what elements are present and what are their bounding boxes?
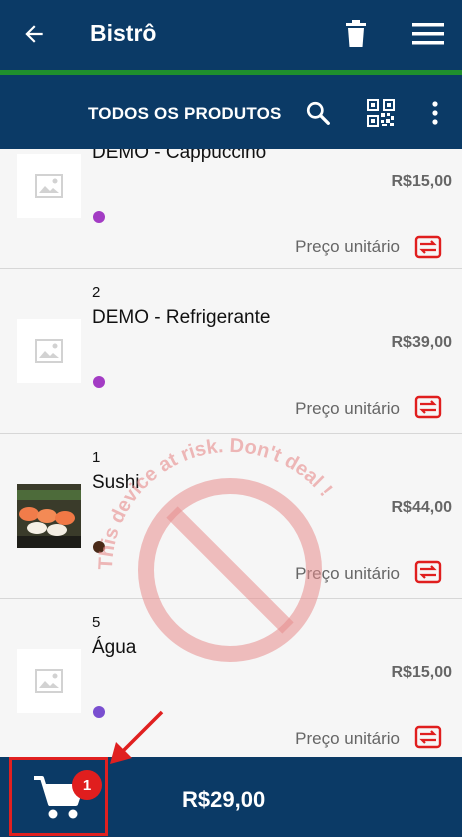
item-quantity: 2 [92, 284, 101, 301]
page-title: Bistrô [90, 20, 157, 46]
cart-item-list[interactable]: DEMO - Cappuccino R$15,00 Preço unitário… [0, 149, 462, 757]
item-name: Sushi [92, 472, 140, 493]
unit-toggle-icon[interactable] [414, 235, 442, 259]
hamburger-menu-icon[interactable] [406, 14, 450, 54]
checkout-bar: 1 R$29,00 [0, 757, 462, 837]
category-toolbar: TODOS OS PRODUTOS [0, 75, 462, 149]
more-vertical-icon[interactable] [422, 95, 448, 131]
item-price: R$15,00 [391, 173, 453, 190]
item-color-dot [93, 211, 105, 223]
category-filter-label[interactable]: TODOS OS PRODUTOS [88, 104, 282, 124]
trash-icon[interactable] [336, 14, 376, 54]
item-color-dot [93, 541, 105, 553]
item-name: DEMO - Cappuccino [92, 149, 267, 163]
list-item[interactable]: 5 Água R$15,00 Preço unitário [0, 599, 462, 757]
unit-price-label: Preço unitário [295, 729, 400, 748]
item-quantity: 5 [92, 614, 101, 631]
cart-count-badge: 1 [72, 770, 102, 800]
unit-toggle-icon[interactable] [414, 725, 442, 749]
list-item[interactable]: 1 Sushi R$44,00 Preço unitário [0, 434, 462, 599]
image-placeholder-icon [17, 649, 81, 713]
item-name: DEMO - Refrigerante [92, 307, 271, 328]
unit-price-label: Preço unitário [295, 564, 400, 583]
item-price: R$39,00 [391, 334, 453, 351]
sushi-photo [17, 484, 81, 548]
list-item[interactable]: 2 DEMO - Refrigerante R$39,00 Preço unit… [0, 269, 462, 434]
app-bar: Bistrô [0, 0, 462, 70]
item-color-dot [93, 706, 105, 718]
image-placeholder-icon [17, 154, 81, 218]
back-arrow-icon[interactable] [14, 14, 54, 54]
unit-price-label: Preço unitário [295, 399, 400, 418]
item-price: R$15,00 [391, 664, 453, 681]
item-name: Água [92, 637, 137, 658]
cart-button[interactable]: 1 [9, 757, 108, 836]
unit-toggle-icon[interactable] [414, 560, 442, 584]
list-item[interactable]: DEMO - Cappuccino R$15,00 Preço unitário [0, 149, 462, 269]
item-price: R$44,00 [391, 499, 453, 516]
image-placeholder-icon [17, 319, 81, 383]
cart-total: R$29,00 [182, 787, 266, 812]
unit-toggle-icon[interactable] [414, 395, 442, 419]
item-color-dot [93, 376, 105, 388]
item-quantity: 1 [92, 449, 101, 466]
unit-price-label: Preço unitário [295, 237, 400, 256]
search-icon[interactable] [300, 95, 336, 131]
qr-code-icon[interactable] [362, 95, 400, 131]
